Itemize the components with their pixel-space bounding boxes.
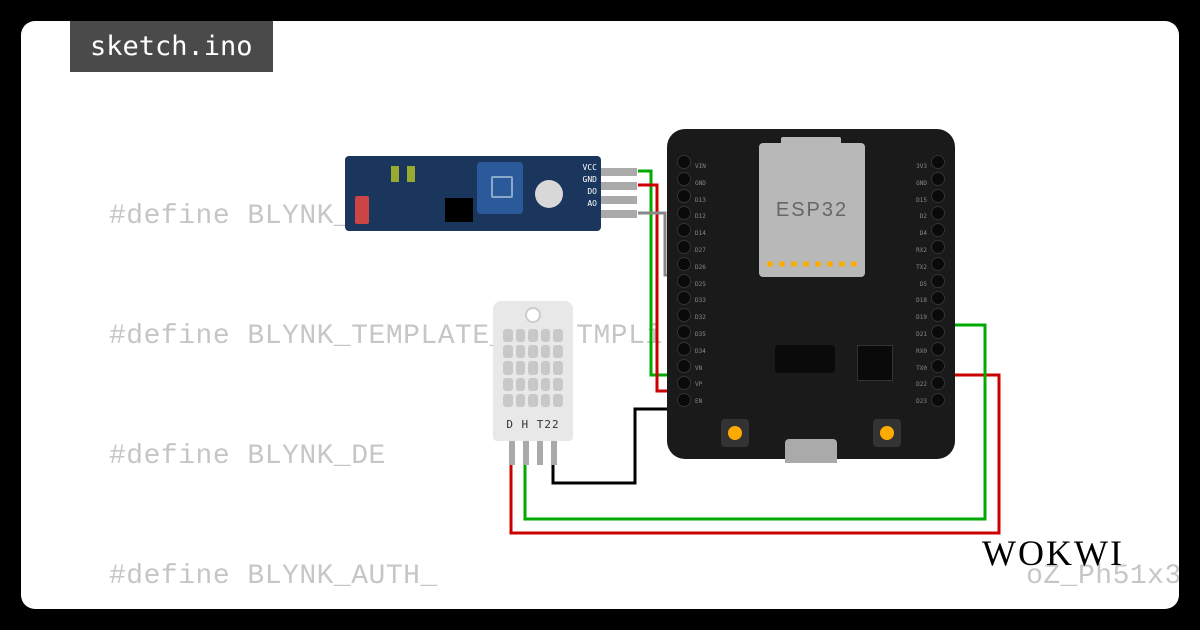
editor-frame: #define BLYNK_PRINT Serial #define BLYNK… bbox=[21, 21, 1179, 609]
file-tab-label: sketch.ino bbox=[90, 31, 253, 62]
wokwi-logo: OKWI bbox=[982, 532, 1124, 574]
file-tab[interactable]: sketch.ino bbox=[70, 21, 273, 72]
code-line: #define BLYNK_DE bbox=[109, 437, 1179, 477]
code-line: #define BLYNK_TEMPLATE_ID "TMPLi bbox=[109, 317, 1179, 357]
code-line: #define BLYNK_PRINT Serial bbox=[109, 197, 1179, 237]
